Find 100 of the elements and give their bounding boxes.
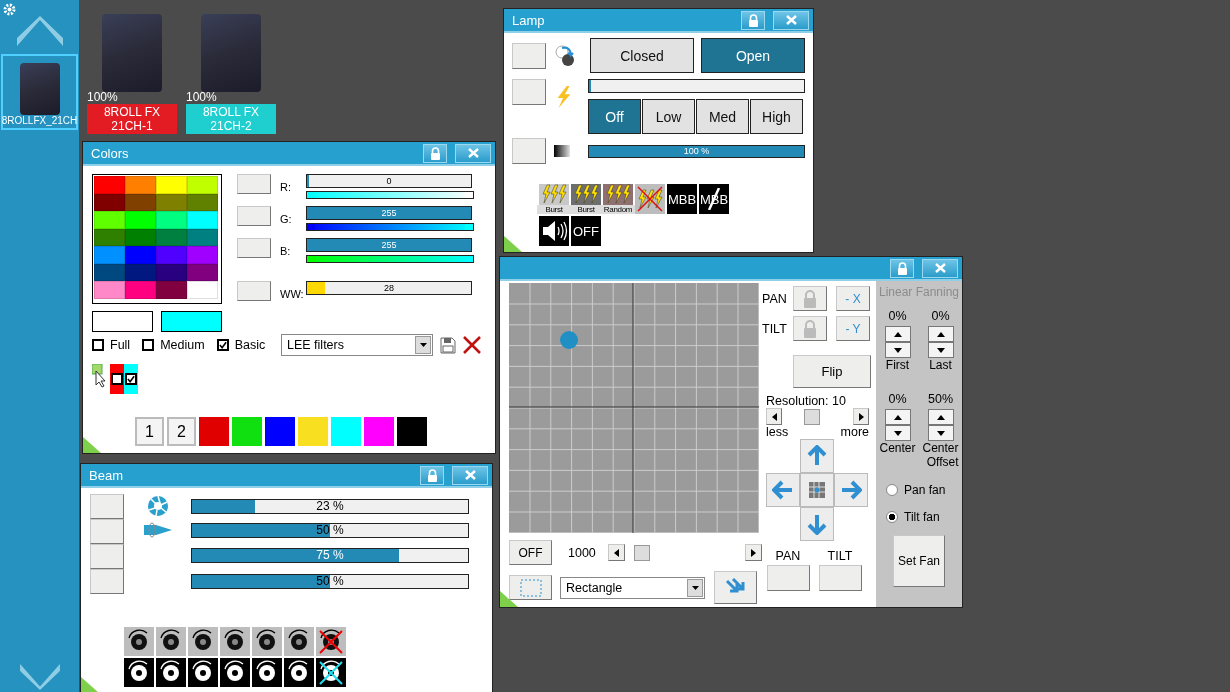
channel-button[interactable] bbox=[237, 206, 271, 226]
output-button[interactable] bbox=[818, 565, 862, 591]
color-swatch[interactable] bbox=[156, 211, 187, 229]
gobo-rotation-icon[interactable] bbox=[316, 627, 346, 656]
filter-checkbox[interactable]: Full bbox=[92, 338, 131, 352]
scroll-right-button[interactable] bbox=[745, 544, 762, 561]
color-swatch[interactable] bbox=[125, 211, 156, 229]
color-swatch[interactable] bbox=[94, 211, 125, 229]
save-icon[interactable] bbox=[440, 336, 456, 354]
strobe-slider[interactable] bbox=[588, 79, 805, 93]
decrement-button[interactable] bbox=[884, 342, 911, 358]
fixture-tile[interactable]: 8ROLLFX_21CH bbox=[1, 54, 78, 130]
gobo-rotation-icon[interactable] bbox=[284, 627, 314, 656]
axis-lock-button[interactable] bbox=[793, 286, 827, 311]
channel-button[interactable] bbox=[512, 138, 546, 164]
close-button[interactable] bbox=[922, 258, 958, 278]
radio-button[interactable] bbox=[886, 484, 898, 496]
gobo-rotation-icon[interactable] bbox=[220, 627, 250, 656]
channel-button[interactable] bbox=[90, 494, 124, 519]
channel-slider[interactable]: 28 bbox=[306, 281, 472, 295]
color-swatch[interactable] bbox=[187, 246, 218, 264]
filter-checkbox[interactable]: Medium bbox=[142, 338, 205, 352]
increase-button[interactable] bbox=[853, 408, 869, 425]
axis-lock-button[interactable] bbox=[793, 316, 827, 341]
up-button[interactable] bbox=[800, 439, 834, 473]
preset-swatch[interactable] bbox=[331, 417, 361, 446]
preset-button[interactable]: 1 bbox=[135, 417, 164, 446]
filter-checkbox[interactable]: Basic bbox=[216, 338, 266, 352]
shape-button[interactable] bbox=[509, 575, 552, 600]
filter-dropdown[interactable]: LEE filters bbox=[281, 334, 433, 356]
settings-icon[interactable] bbox=[3, 3, 16, 16]
channel-button[interactable] bbox=[237, 238, 271, 258]
gobo-rotation-icon[interactable] bbox=[124, 627, 154, 656]
beam-slider[interactable]: 50 % bbox=[191, 522, 469, 538]
decrement-button[interactable] bbox=[884, 425, 911, 441]
color-swatch[interactable] bbox=[156, 246, 187, 264]
increment-button[interactable] bbox=[884, 326, 911, 342]
gobo-rotation-icon[interactable] bbox=[252, 627, 282, 656]
left-button[interactable] bbox=[766, 473, 800, 507]
channel-slider[interactable]: 255 bbox=[306, 206, 472, 220]
resize-handle[interactable] bbox=[81, 677, 99, 692]
channel-button[interactable] bbox=[90, 544, 124, 569]
channel-button[interactable] bbox=[90, 569, 124, 594]
shape-dropdown[interactable]: Rectangle bbox=[560, 576, 705, 599]
strobe-effect-button[interactable]: Random bbox=[603, 184, 633, 214]
lamp-power-button[interactable]: Low bbox=[642, 99, 695, 134]
lamp-power-button[interactable]: Off bbox=[588, 99, 641, 134]
beam-slider[interactable]: 50 % bbox=[191, 573, 469, 589]
preset-swatch[interactable] bbox=[265, 417, 295, 446]
right-button[interactable] bbox=[834, 473, 868, 507]
decrease-button[interactable] bbox=[766, 408, 782, 425]
beam-slider[interactable]: 23 % bbox=[191, 498, 469, 514]
selected-color[interactable] bbox=[110, 364, 124, 394]
preset-swatch[interactable] bbox=[232, 417, 262, 446]
gobo-rotation-icon[interactable] bbox=[156, 658, 186, 687]
gobo-rotation-icon[interactable] bbox=[124, 658, 154, 687]
gobo-rotation-icon[interactable] bbox=[316, 658, 346, 687]
close-button[interactable] bbox=[773, 10, 809, 30]
output-button[interactable] bbox=[766, 565, 810, 591]
color-swatch[interactable] bbox=[125, 281, 156, 299]
delete-icon[interactable] bbox=[462, 335, 482, 355]
close-button[interactable] bbox=[455, 143, 491, 163]
lock-button[interactable] bbox=[423, 143, 447, 163]
color-swatch[interactable] bbox=[94, 176, 125, 194]
color-swatch[interactable] bbox=[187, 281, 218, 299]
color-swatch[interactable] bbox=[94, 281, 125, 299]
preset-button[interactable]: 2 bbox=[167, 417, 196, 446]
shutter-button[interactable]: Open bbox=[701, 38, 805, 73]
strobe-effect-button[interactable]: Burst bbox=[539, 184, 569, 214]
color-swatch[interactable] bbox=[187, 176, 218, 194]
radio-button[interactable] bbox=[886, 511, 898, 523]
channel-slider[interactable]: 255 bbox=[306, 238, 472, 252]
preset-swatch[interactable] bbox=[298, 417, 328, 446]
lamp-power-button[interactable]: High bbox=[750, 99, 803, 134]
center-button[interactable] bbox=[800, 473, 834, 507]
close-button[interactable] bbox=[452, 465, 488, 485]
color-swatch[interactable] bbox=[156, 176, 187, 194]
lock-button[interactable] bbox=[890, 258, 914, 278]
preset-swatch[interactable] bbox=[364, 417, 394, 446]
off-button[interactable]: OFF bbox=[509, 540, 552, 565]
gobo-rotation-icon[interactable] bbox=[252, 658, 282, 687]
decrement-button[interactable] bbox=[927, 425, 954, 441]
strobe-effect-button[interactable]: Burst bbox=[571, 184, 601, 214]
gobo-rotation-icon[interactable] bbox=[220, 658, 250, 687]
channel-slider[interactable]: 0 bbox=[306, 174, 472, 188]
channel-button[interactable] bbox=[237, 281, 271, 301]
color-swatch[interactable] bbox=[94, 246, 125, 264]
channel-button[interactable] bbox=[90, 519, 124, 544]
fixture-item[interactable]: 100% 8ROLL FX 21CH-2 bbox=[186, 14, 276, 134]
increment-button[interactable] bbox=[884, 409, 911, 425]
preset-swatch[interactable] bbox=[199, 417, 229, 446]
slider-thumb[interactable] bbox=[633, 544, 650, 561]
gobo-rotation-icon[interactable] bbox=[156, 627, 186, 656]
color-swatch[interactable] bbox=[156, 281, 187, 299]
color-swatch[interactable] bbox=[125, 176, 156, 194]
channel-button[interactable] bbox=[512, 42, 546, 69]
down-button[interactable] bbox=[800, 507, 834, 541]
resize-handle[interactable] bbox=[500, 591, 518, 607]
speaker-button[interactable] bbox=[539, 216, 569, 246]
strobe-off-button[interactable] bbox=[635, 184, 665, 214]
